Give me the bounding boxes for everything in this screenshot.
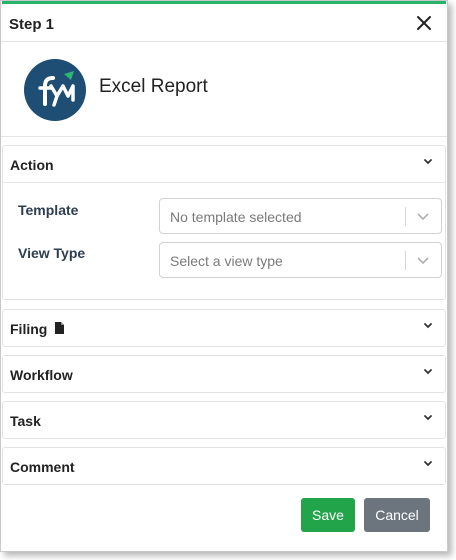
view-type-placeholder: Select a view type xyxy=(170,253,283,269)
chevron-down-icon xyxy=(417,213,429,221)
divider xyxy=(3,182,445,183)
view-type-select[interactable]: Select a view type xyxy=(159,242,442,278)
fym-logo xyxy=(24,59,86,121)
workflow-panel: Workflow xyxy=(2,355,446,393)
action-panel-header[interactable]: Action xyxy=(3,146,445,182)
filing-panel: Filing xyxy=(2,309,446,347)
app-card: Excel Report xyxy=(1,42,447,137)
filing-panel-header[interactable]: Filing xyxy=(3,310,445,346)
view-type-label: View Type xyxy=(18,245,86,261)
panel-title: Comment xyxy=(10,459,75,475)
template-placeholder: No template selected xyxy=(170,209,302,225)
panel-title: Action xyxy=(10,157,54,173)
panel-title: Workflow xyxy=(10,367,73,383)
select-separator xyxy=(405,251,406,270)
chevron-down-icon xyxy=(424,461,432,467)
panel-title: Task xyxy=(10,413,41,429)
comment-panel-header[interactable]: Comment xyxy=(3,448,445,484)
chevron-down-icon xyxy=(424,323,432,329)
close-icon[interactable] xyxy=(415,14,433,32)
chevron-down-icon xyxy=(424,369,432,375)
dialog-header: Step 1 xyxy=(1,4,447,42)
panel-title: Filing xyxy=(10,321,48,337)
task-panel: Task xyxy=(2,401,446,439)
document-icon xyxy=(55,322,64,334)
template-label: Template xyxy=(18,202,79,218)
save-button[interactable]: Save xyxy=(301,498,355,532)
app-name: Excel Report xyxy=(99,76,208,97)
comment-panel: Comment xyxy=(2,447,446,485)
select-separator xyxy=(405,207,406,226)
chevron-down-icon xyxy=(424,415,432,421)
cancel-button[interactable]: Cancel xyxy=(364,498,430,532)
dialog-title: Step 1 xyxy=(9,16,55,33)
chevron-down-icon xyxy=(417,257,429,265)
chevron-down-icon xyxy=(424,159,432,165)
template-select[interactable]: No template selected xyxy=(159,198,442,234)
action-panel: Action Template No template selected Vie… xyxy=(2,145,446,300)
workflow-panel-header[interactable]: Workflow xyxy=(3,356,445,392)
step-dialog: Step 1 Excel Report Action Template No t… xyxy=(0,0,448,552)
task-panel-header[interactable]: Task xyxy=(3,402,445,438)
